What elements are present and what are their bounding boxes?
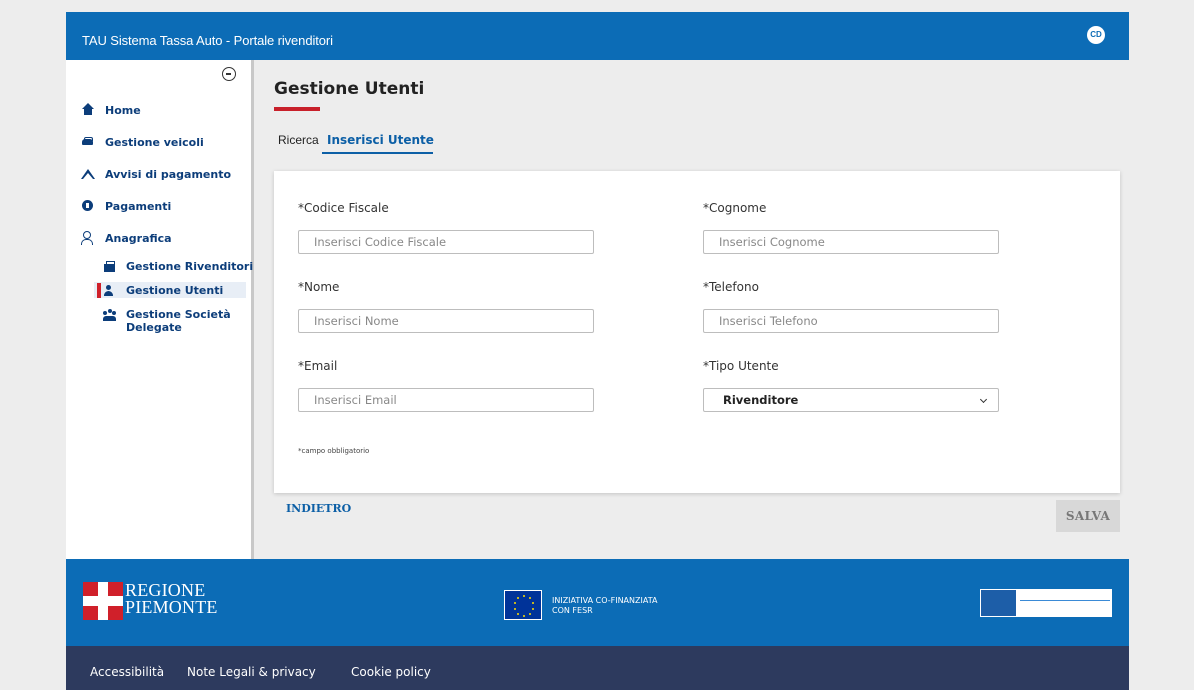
car-icon [80,135,96,149]
save-button[interactable]: SALVA [1056,500,1120,532]
sidebar-item-label: Gestione veicoli [105,135,204,149]
codice-fiscale-input[interactable]: Inserisci Codice Fiscale [298,230,594,254]
sidebar-subitem-label: Gestione Rivenditori [126,260,254,273]
app-title: TAU Sistema Tassa Auto - Portale rivendi… [82,33,333,48]
regione-logo-text: REGIONE PIEMONTE [125,580,218,617]
users-icon [103,309,117,321]
tab-inserisci-utente[interactable]: Inserisci Utente [327,133,434,147]
tab-ricerca[interactable]: Ricerca [278,133,319,147]
footer-link-accessibilita[interactable]: Accessibilità [90,665,164,679]
sidebar-item-label: Home [105,103,141,117]
nome-input[interactable]: Inserisci Nome [298,309,594,333]
nome-label: *Nome [298,280,340,294]
regione-flag-icon [83,582,123,620]
page-title: Gestione Utenti [274,79,425,99]
sidebar-item-home[interactable]: Home [80,100,141,120]
sidebar-item-gestione-veicoli[interactable]: Gestione veicoli [80,132,204,152]
cognome-input[interactable]: Inserisci Cognome [703,230,999,254]
mountain-icon [80,167,96,181]
active-tab-indicator [322,152,433,154]
tipo-utente-label: *Tipo Utente [703,359,779,373]
sidebar-item-anagrafica[interactable]: Anagrafica [80,228,172,248]
user-icon [103,285,117,297]
sidebar-subitem-gestione-utenti[interactable]: Gestione Utenti [103,284,223,297]
telefono-input[interactable]: Inserisci Telefono [703,309,999,333]
email-input[interactable]: Inserisci Email [298,388,594,412]
telefono-label: *Telefono [703,280,759,294]
collapse-sidebar-icon[interactable] [222,67,236,81]
user-avatar[interactable]: CD [1087,26,1105,44]
payment-icon [80,199,96,213]
footer-link-note-legali[interactable]: Note Legali & privacy [187,665,316,679]
codice-fiscale-label: *Codice Fiscale [298,201,389,215]
partner-logos[interactable] [980,589,1112,617]
sidebar-subitem-label: Gestione Società Delegate [126,308,231,334]
active-item-marker [97,283,101,298]
person-icon [80,231,96,245]
tipo-utente-select[interactable]: Rivenditore [703,388,999,412]
tipo-utente-value: Rivenditore [723,393,799,407]
sidebar-subitem-gestione-rivenditori[interactable]: Gestione Rivenditori [103,260,253,273]
title-accent [274,107,320,111]
footer-link-cookie-policy[interactable]: Cookie policy [351,665,431,679]
sidebar-subitem-label: Gestione Utenti [126,284,224,297]
sidebar-item-label: Pagamenti [105,199,172,213]
required-field-note: *campo obbligatorio [298,447,370,455]
eu-flag-icon [504,590,542,620]
sidebar-item-label: Avvisi di pagamento [105,167,232,181]
app-header: TAU Sistema Tassa Auto - Portale rivendi… [66,12,1129,60]
partner-divider [1020,600,1110,601]
sidebar-item-pagamenti[interactable]: Pagamenti [80,196,171,216]
chevron-down-icon [979,395,988,404]
email-label: *Email [298,359,338,373]
back-button[interactable]: INDIETRO [286,502,351,515]
eu-cofinancing-text: INIZIATIVA CO-FINANZIATA CON FESR [552,596,658,615]
sidebar-item-label: Anagrafica [105,231,172,245]
piemonte-partner-logo [981,590,1016,616]
shop-icon [103,261,117,273]
cognome-label: *Cognome [703,201,767,215]
home-icon [80,103,96,117]
sidebar-subitem-gestione-societa[interactable]: Gestione Società Delegate [103,308,243,334]
sidebar-item-avvisi[interactable]: Avvisi di pagamento [80,164,231,184]
